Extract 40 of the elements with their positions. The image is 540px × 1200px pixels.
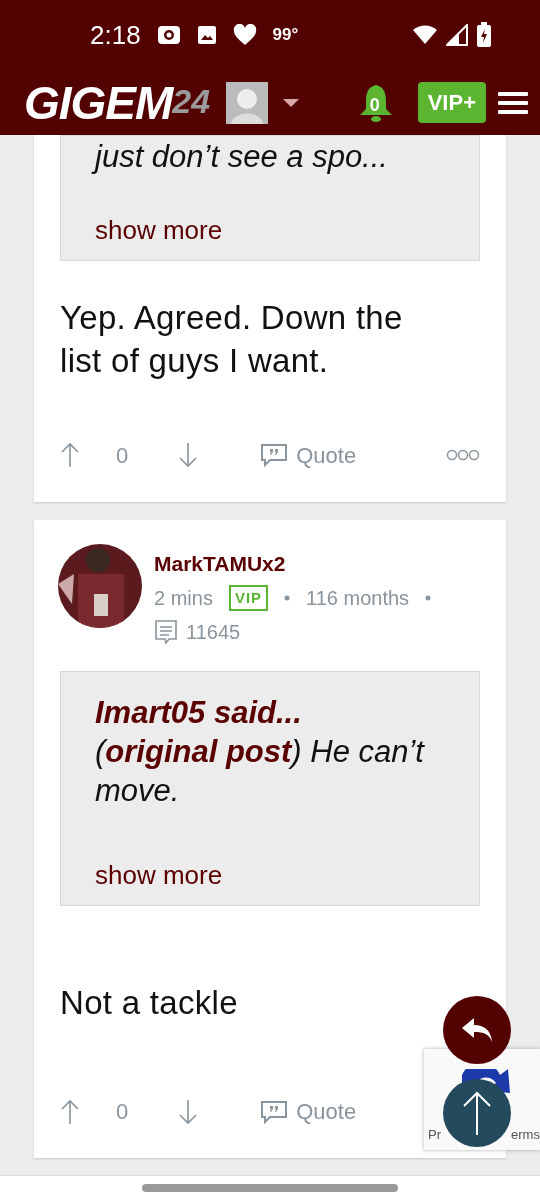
quote-text: (original post) He can’t move. [95, 732, 426, 810]
show-more-link[interactable]: show more [95, 856, 445, 896]
separator-dot [284, 595, 291, 602]
member-tenure: 116 months [306, 586, 410, 612]
image-icon [196, 25, 217, 45]
post-time: 2 mins [154, 586, 213, 612]
caret-icon[interactable] [282, 97, 301, 108]
heart-icon [232, 24, 257, 46]
reply-icon[interactable] [460, 1016, 494, 1044]
menu-icon[interactable] [498, 90, 528, 115]
logo-text[interactable]: GIGEM [24, 79, 173, 126]
wifi-icon [412, 25, 438, 45]
vip-badge: VIP [228, 584, 269, 612]
vote-count: 0 [116, 1098, 129, 1127]
notification-count: 0 [369, 93, 380, 117]
downvote-icon[interactable] [178, 442, 199, 469]
temperature-text: 99° [272, 24, 299, 47]
post-text: Yep. Agreed. Down the list of guys I want. [60, 297, 404, 381]
more-icon[interactable] [446, 448, 480, 463]
status-time: 2:18 [90, 18, 141, 52]
signal-icon [446, 24, 468, 46]
post-text: Not a tackle [60, 983, 239, 1024]
comment-icon [154, 619, 178, 646]
vote-count: 0 [116, 441, 129, 470]
arrow-up-icon[interactable] [462, 1091, 492, 1135]
quote-author[interactable]: Imart05 said... [95, 678, 445, 733]
username[interactable]: MarkTAMUx2 [154, 543, 432, 580]
quote-icon [260, 1099, 289, 1124]
recaptcha-privacy-link[interactable]: Pr [428, 1128, 441, 1141]
separator-dot [425, 595, 432, 602]
downvote-icon[interactable] [178, 1098, 199, 1125]
battery-icon [476, 22, 492, 48]
quote-icon [260, 443, 289, 468]
radio-icon [156, 24, 181, 46]
upvote-icon[interactable] [60, 1098, 80, 1125]
post-count: 11645 [186, 620, 241, 646]
show-more-link[interactable]: show more [95, 210, 445, 250]
upvote-icon[interactable] [60, 442, 80, 469]
recaptcha-terms-link[interactable]: erms [511, 1128, 540, 1141]
avatar-icon[interactable] [226, 81, 269, 124]
